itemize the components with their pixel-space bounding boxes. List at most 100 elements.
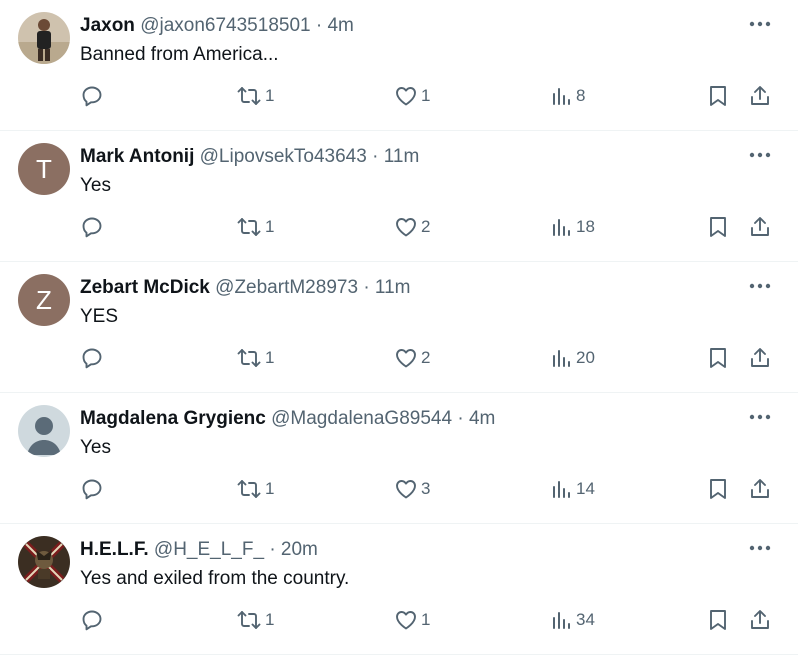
like-button[interactable]: 2 [394,346,430,370]
author-name[interactable]: Jaxon [80,15,135,36]
tweet-header: Jaxon @jaxon6743518501 · 4m [80,14,354,38]
more-options-button[interactable] [746,274,774,298]
retweet-icon [237,611,261,629]
action-bar: 1 2 18 [0,215,798,241]
retweet-count: 1 [265,610,275,629]
retweet-button[interactable]: 1 [236,84,274,108]
avatar[interactable]: Z [18,274,70,326]
more-icon [749,152,771,158]
more-options-button[interactable] [746,12,774,36]
more-icon [749,283,771,289]
views-count: 14 [576,479,595,498]
retweet-button[interactable]: 1 [236,608,274,632]
reply-icon [82,348,102,369]
tweet-header: Mark Antonij @LipovsekTo43643 · 11m [80,145,419,169]
views-button[interactable]: 18 [551,215,595,239]
retweet-count: 1 [265,217,275,236]
reply-button[interactable] [80,346,104,370]
reply-button[interactable] [80,215,104,239]
tweet-text: Yes [80,175,111,196]
views-button[interactable]: 20 [551,346,595,370]
action-bar: 1 3 14 [0,477,798,503]
like-button[interactable]: 3 [394,477,430,501]
retweet-icon [237,480,261,498]
like-count: 1 [421,610,431,629]
tweet[interactable]: T Mark Antonij @LipovsekTo43643 · 11m Ye… [0,131,798,262]
author-handle[interactable]: @H_E_L_F_ [154,539,264,560]
like-count: 2 [421,348,431,367]
retweet-count: 1 [265,86,275,105]
like-button[interactable]: 1 [394,608,430,632]
avatar[interactable] [18,536,70,588]
bookmark-button[interactable] [707,346,729,370]
tweet-text: Banned from America... [80,44,279,65]
bookmark-button[interactable] [707,215,729,239]
bookmark-icon [710,479,726,499]
retweet-count: 1 [265,348,275,367]
author-handle[interactable]: @MagdalenaG89544 [271,408,452,429]
author-handle[interactable]: @ZebartM28973 [215,277,358,298]
author-handle[interactable]: @jaxon6743518501 [140,15,310,36]
views-icon [553,612,570,629]
like-icon [396,611,416,630]
reply-icon [82,217,102,238]
views-icon [553,219,570,236]
reply-button[interactable] [80,84,104,108]
tweet[interactable]: Z Zebart McDick @ZebartM28973 · 11m YES … [0,262,798,393]
bookmark-button[interactable] [707,608,729,632]
avatar[interactable]: T [18,143,70,195]
timestamp[interactable]: 11m [384,146,420,167]
like-icon [396,480,416,499]
retweet-icon [237,349,261,367]
timestamp[interactable]: 4m [327,15,353,36]
author-name[interactable]: Zebart McDick [80,277,210,298]
like-count: 2 [421,217,431,236]
separator: · [269,539,276,560]
retweet-icon [237,218,261,236]
tweet[interactable]: H.E.L.F. @H_E_L_F_ · 20m Yes and exiled … [0,524,798,655]
like-button[interactable]: 2 [394,215,430,239]
views-icon [553,350,570,367]
avatar[interactable] [18,405,70,457]
views-button[interactable]: 8 [551,84,585,108]
tweet-header: Zebart McDick @ZebartM28973 · 11m [80,276,410,300]
share-button[interactable] [748,346,772,370]
timestamp[interactable]: 20m [281,539,318,560]
avatar[interactable] [18,12,70,64]
bookmark-button[interactable] [707,84,729,108]
more-options-button[interactable] [746,143,774,167]
tweet[interactable]: Jaxon @jaxon6743518501 · 4m Banned from … [0,0,798,131]
reply-button[interactable] [80,608,104,632]
views-icon [553,481,570,498]
like-button[interactable]: 1 [394,84,430,108]
timestamp[interactable]: 4m [469,408,495,429]
views-button[interactable]: 14 [551,477,595,501]
retweet-button[interactable]: 1 [236,346,274,370]
more-options-button[interactable] [746,536,774,560]
share-button[interactable] [748,84,772,108]
timestamp[interactable]: 11m [375,277,411,298]
share-button[interactable] [748,215,772,239]
reply-icon [82,479,102,500]
like-count: 1 [421,86,431,105]
share-button[interactable] [748,477,772,501]
reply-button[interactable] [80,477,104,501]
author-name[interactable]: H.E.L.F. [80,539,149,560]
author-name[interactable]: Mark Antonij [80,146,194,167]
share-icon [751,348,769,367]
more-options-button[interactable] [746,405,774,429]
tweet[interactable]: Magdalena Grygienc @MagdalenaG89544 · 4m… [0,393,798,524]
more-icon [749,414,771,420]
share-button[interactable] [748,608,772,632]
views-button[interactable]: 34 [551,608,595,632]
views-icon [553,88,570,105]
retweet-button[interactable]: 1 [236,477,274,501]
share-icon [751,479,769,498]
retweet-count: 1 [265,479,275,498]
retweet-button[interactable]: 1 [236,215,274,239]
bookmark-button[interactable] [707,477,729,501]
separator: · [363,277,370,298]
author-handle[interactable]: @LipovsekTo43643 [200,146,367,167]
action-bar: 1 1 34 [0,608,798,634]
author-name[interactable]: Magdalena Grygienc [80,408,266,429]
